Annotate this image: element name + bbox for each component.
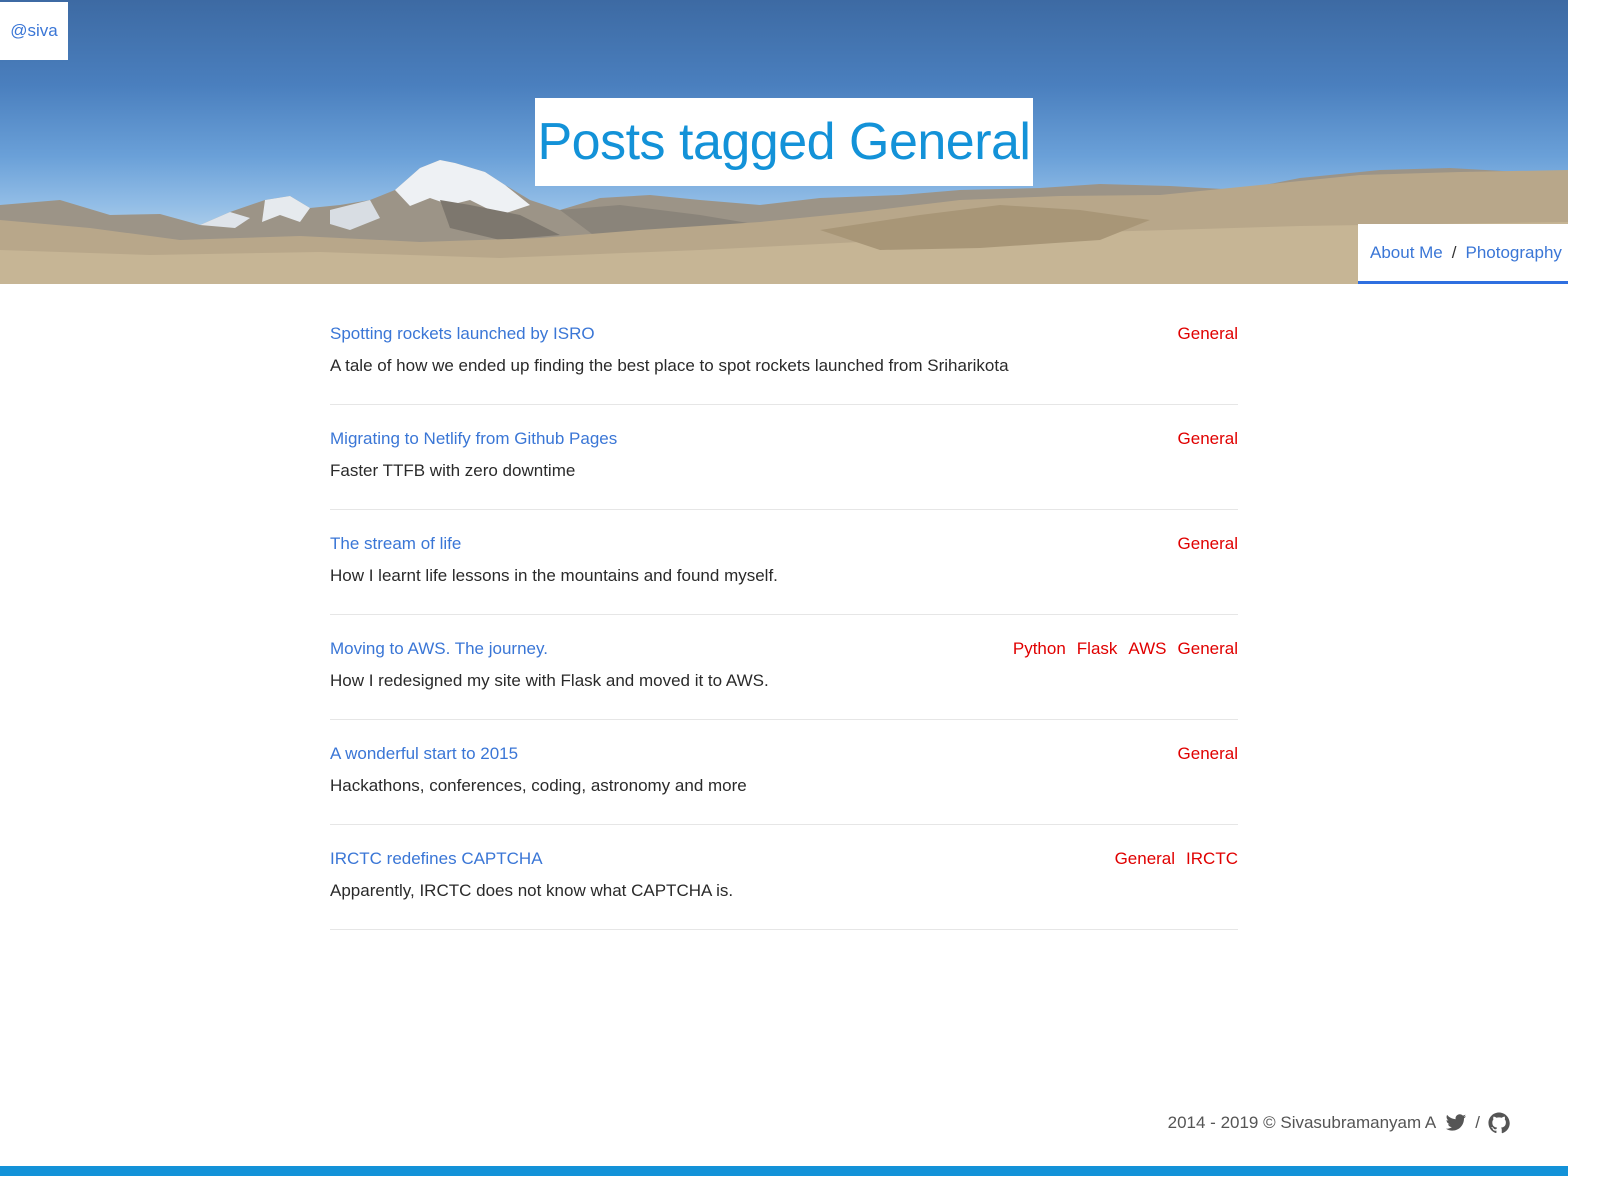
post-item: A wonderful start to 2015 General Hackat… (330, 720, 1238, 825)
twitter-icon[interactable] (1445, 1112, 1467, 1134)
post-tags: General (1178, 534, 1238, 554)
post-description: Faster TTFB with zero downtime (330, 461, 576, 480)
tag-link[interactable]: General (1178, 744, 1238, 764)
home-handle-box: @siva (0, 2, 68, 60)
home-handle-link[interactable]: @siva (10, 21, 58, 41)
post-list: Spotting rockets launched by ISRO Genera… (330, 300, 1238, 930)
post-tags: General (1178, 429, 1238, 449)
post-title-link[interactable]: Spotting rockets launched by ISRO (330, 324, 595, 344)
tag-link[interactable]: General (1115, 849, 1175, 869)
post-description: A tale of how we ended up finding the be… (330, 356, 1009, 375)
post-description: How I redesigned my site with Flask and … (330, 671, 769, 690)
footer: 2014 - 2019 © Sivasubramanyam A / (1168, 1112, 1510, 1134)
tag-link[interactable]: General (1178, 429, 1238, 449)
post-item: The stream of life General How I learnt … (330, 510, 1238, 615)
post-item: Moving to AWS. The journey. Python Flask… (330, 615, 1238, 720)
page-title: Posts tagged General (537, 113, 1032, 171)
post-tags: General (1178, 324, 1238, 344)
nav-separator: / (1451, 242, 1457, 262)
post-item: Spotting rockets launched by ISRO Genera… (330, 300, 1238, 405)
tag-link[interactable]: IRCTC (1186, 849, 1238, 869)
post-description: Apparently, IRCTC does not know what CAP… (330, 881, 734, 900)
nav-photography[interactable]: Photography (1466, 243, 1562, 263)
post-title-link[interactable]: The stream of life (330, 534, 461, 554)
page-title-box: Posts tagged General (535, 98, 1033, 186)
post-title-link[interactable]: Moving to AWS. The journey. (330, 639, 548, 659)
post-description: How I learnt life lessons in the mountai… (330, 566, 778, 585)
footer-separator: / (1475, 1113, 1480, 1132)
post-tags: General (1178, 744, 1238, 764)
post-description: Hackathons, conferences, coding, astrono… (330, 776, 747, 795)
post-item: Migrating to Netlify from Github Pages G… (330, 405, 1238, 510)
tag-link[interactable]: General (1178, 324, 1238, 344)
tag-link[interactable]: Flask (1077, 639, 1118, 659)
post-title-link[interactable]: A wonderful start to 2015 (330, 744, 518, 764)
tag-link[interactable]: AWS (1128, 639, 1166, 659)
bottom-accent-bar (0, 1166, 1568, 1176)
tag-link[interactable]: General (1178, 534, 1238, 554)
top-nav: About Me / Photography (1358, 224, 1568, 284)
post-title-link[interactable]: IRCTC redefines CAPTCHA (330, 849, 543, 869)
post-title-link[interactable]: Migrating to Netlify from Github Pages (330, 429, 617, 449)
post-tags: General IRCTC (1115, 849, 1238, 869)
post-item: IRCTC redefines CAPTCHA General IRCTC Ap… (330, 825, 1238, 930)
nav-about-me[interactable]: About Me (1370, 243, 1443, 263)
tag-link[interactable]: General (1178, 639, 1238, 659)
tag-link[interactable]: Python (1013, 639, 1066, 659)
copyright-text: 2014 - 2019 © Sivasubramanyam A (1167, 1113, 1437, 1132)
github-icon[interactable] (1488, 1112, 1510, 1134)
hero-banner: @siva Posts tagged General About Me / Ph… (0, 0, 1568, 284)
post-tags: Python Flask AWS General (1013, 639, 1238, 659)
